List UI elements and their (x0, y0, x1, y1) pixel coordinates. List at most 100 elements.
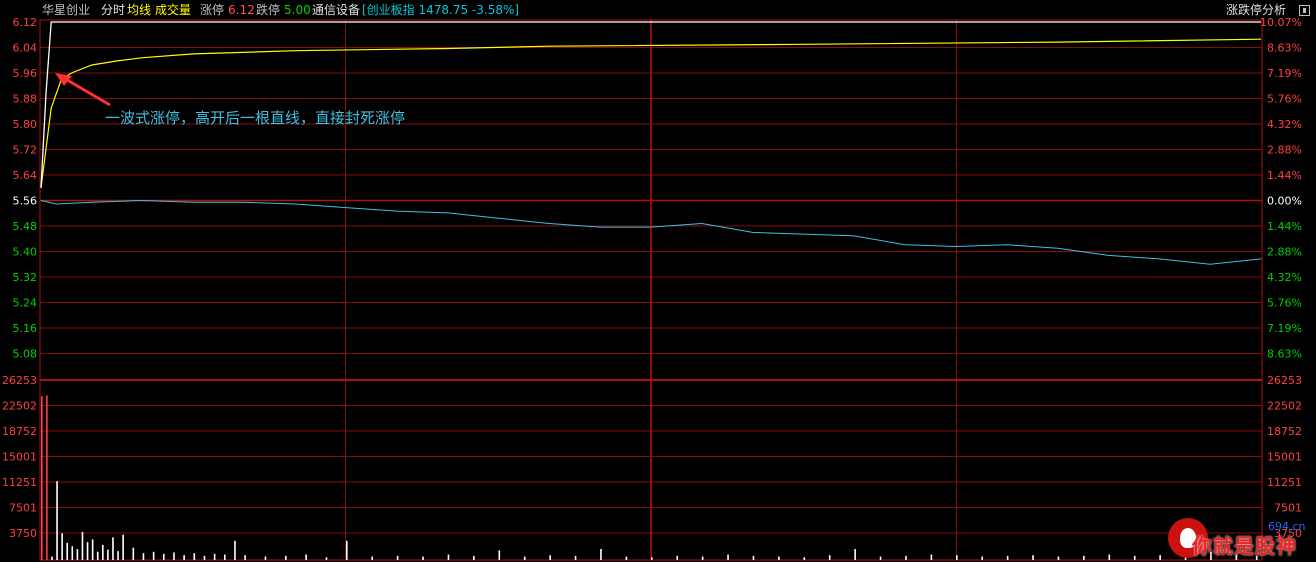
volume-bar (41, 396, 43, 560)
price-tick-label: 5.24 (13, 297, 38, 310)
volume-tick-label-right: 22502 (1267, 400, 1302, 413)
volume-bar (61, 533, 63, 560)
volume-bar (46, 395, 48, 560)
volume-bar (930, 554, 933, 560)
volume-bar (701, 556, 704, 560)
percent-tick-label: 5.76% (1267, 93, 1302, 106)
volume-bar (396, 555, 399, 560)
volume-bar (102, 544, 104, 560)
intraday-chart: 6.12 6.04 5.96 5.88 5.80 5.72 5.64 5.56 5.48 5.40… (2, 16, 1302, 561)
percent-tick-label: 1.44% (1267, 169, 1302, 182)
volume-bar (305, 554, 307, 560)
volume-bar (828, 555, 831, 560)
volume-bar (727, 554, 729, 560)
price-tick-label: 5.08 (13, 348, 38, 361)
volume-bar (203, 555, 206, 560)
volume-bar (173, 552, 175, 560)
volume-bar (803, 557, 806, 560)
volume-bar (325, 557, 328, 560)
volume-bar (183, 555, 185, 560)
volume-tick-label-right: 11251 (1267, 476, 1302, 489)
annotation-arrow (61, 75, 111, 107)
watermark-site: 694.cn (1268, 520, 1306, 533)
price-tick-label: 5.96 (13, 67, 38, 80)
grid-lines (39, 19, 1263, 561)
volume-bar (234, 540, 236, 560)
volume-bar (498, 550, 501, 560)
volume-bar (778, 556, 780, 560)
volume-bar (1133, 555, 1136, 560)
volume-bar (224, 554, 226, 560)
volume-bar (1083, 555, 1085, 560)
percent-tick-label: 8.63% (1267, 42, 1302, 55)
volume-bar (81, 531, 84, 560)
percent-tick-label: 1.44% (1267, 220, 1302, 233)
volume-bar (122, 534, 124, 560)
volume-bar (193, 553, 196, 560)
percent-tick-label: 4.32% (1267, 271, 1302, 284)
percent-tick-label: 2.88% (1267, 246, 1302, 259)
volume-tick-label: 22502 (2, 400, 37, 413)
volume-tick-label-right: 15001 (1267, 451, 1302, 464)
percent-tick-label: 7.19% (1267, 67, 1302, 80)
price-tick-label: 5.64 (13, 169, 38, 182)
price-tick-label: 5.16 (13, 322, 38, 335)
price-tick-label: 5.56 (13, 195, 38, 208)
volume-bar (86, 542, 89, 560)
volume-bar (112, 537, 114, 560)
volume-bar (56, 481, 58, 560)
volume-bar (51, 556, 53, 560)
volume-bar (854, 549, 856, 560)
volume-bar (1108, 554, 1111, 560)
volume-bar (625, 556, 628, 560)
percent-tick-label: 2.88% (1267, 144, 1302, 157)
volume-bar (91, 539, 94, 560)
volume-bar (142, 553, 145, 560)
volume-tick-label-right: 26253 (1267, 374, 1302, 387)
watermark-text: 你就是股神 (1192, 534, 1297, 558)
volume-tick-label: 11251 (2, 476, 37, 489)
volume-bar (76, 549, 79, 560)
right-axis-ticks: 10.07% 8.63% 7.19% 5.76% 4.32% 2.88% 1.44% 0.00… (1260, 16, 1302, 540)
volume-bar (956, 555, 958, 560)
percent-tick-label: 8.63% (1267, 348, 1302, 361)
volume-bar (132, 547, 135, 560)
price-tick-label: 5.32 (13, 271, 38, 284)
volume-bar (371, 556, 374, 560)
volume-bar (651, 557, 653, 560)
volume-bar (71, 546, 74, 560)
percent-tick-label: 7.19% (1267, 322, 1302, 335)
price-tick-label: 6.12 (13, 16, 38, 29)
price-tick-label: 5.40 (13, 246, 38, 259)
volume-bar (600, 549, 602, 560)
left-axis-ticks: 6.12 6.04 5.96 5.88 5.80 5.72 5.64 5.56 5.48 5.40… (2, 16, 37, 540)
volume-bar (152, 551, 155, 560)
volume-bar (285, 555, 287, 560)
volume-bar (107, 549, 109, 560)
volume-bar (1006, 555, 1009, 560)
volume-tick-label: 26253 (2, 374, 37, 387)
volume-tick-label: 7501 (9, 502, 37, 515)
volume-bar (981, 556, 984, 560)
percent-tick-label: 4.32% (1267, 118, 1302, 131)
price-tick-label: 5.48 (13, 220, 38, 233)
volume-tick-label: 18752 (2, 425, 37, 438)
percent-tick-label: 0.00% (1267, 195, 1302, 208)
annotation-group: 一波式涨停，高开后一根直线，直接封死涨停 (55, 73, 405, 127)
watermark: 你就是股神 694.cn (1160, 516, 1310, 562)
percent-tick-label: 10.07% (1260, 16, 1302, 29)
price-tick-label: 5.72 (13, 144, 38, 157)
volume-bar (676, 555, 679, 560)
volume-tick-label: 15001 (2, 451, 37, 464)
volume-bar (346, 540, 348, 560)
price-tick-label: 6.04 (13, 42, 38, 55)
volume-bar (66, 542, 69, 560)
volume-bar (549, 555, 551, 560)
volume-tick-label-right: 18752 (1267, 425, 1302, 438)
volume-bar (244, 555, 246, 560)
volume-tick-label-right: 7501 (1274, 502, 1302, 515)
volume-bar (523, 556, 526, 560)
volume-bar (264, 556, 267, 560)
volume-bar (163, 553, 165, 560)
volume-bar (1057, 556, 1060, 560)
